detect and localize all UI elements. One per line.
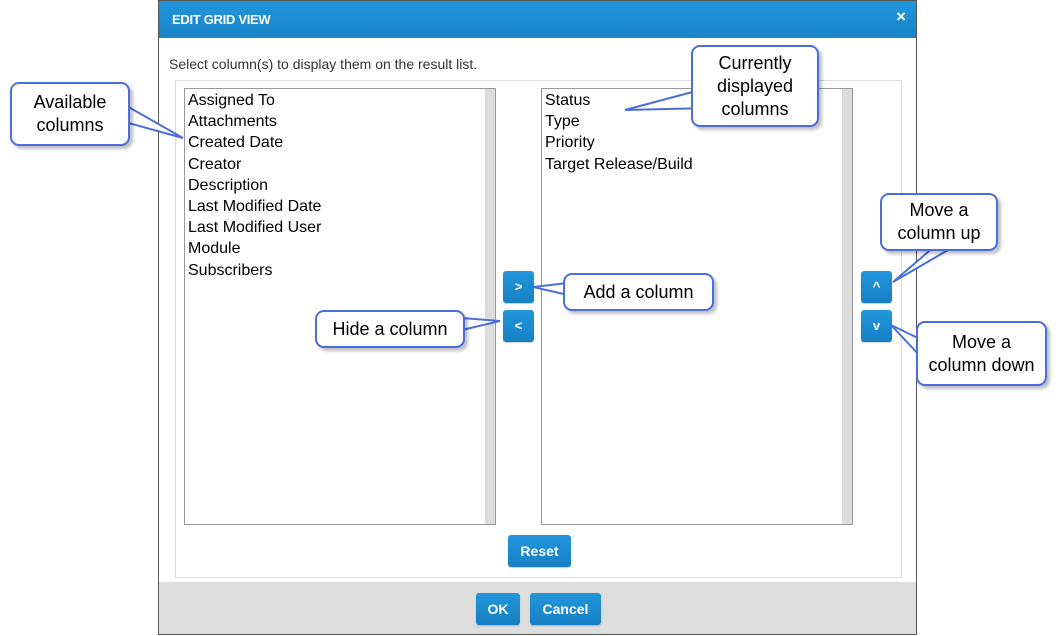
instruction-text: Select column(s) to display them on the … <box>169 56 478 72</box>
callout-currently-displayed: Currently displayed columns <box>691 45 819 127</box>
move-down-button[interactable]: v <box>861 310 892 342</box>
close-icon[interactable]: × <box>896 7 906 27</box>
list-item[interactable]: Creator <box>188 154 492 175</box>
list-item[interactable]: Subscribers <box>188 260 492 281</box>
list-item[interactable]: Module <box>188 238 492 259</box>
reset-button[interactable]: Reset <box>508 535 571 567</box>
callout-move-down: Move a column down <box>916 321 1047 386</box>
ok-button[interactable]: OK <box>476 593 520 625</box>
list-item[interactable]: Last Modified User <box>188 217 492 238</box>
callout-hide-column: Hide a column <box>315 310 465 348</box>
callout-available-columns: Available columns <box>10 82 130 146</box>
callout-add-column: Add a column <box>563 273 714 311</box>
hide-column-button[interactable]: < <box>503 310 534 342</box>
dialog-header: EDIT GRID VIEW × <box>159 1 916 38</box>
scrollbar[interactable] <box>485 89 495 524</box>
available-columns-list[interactable]: Assigned To Attachments Created Date Creato… <box>184 88 496 525</box>
list-item[interactable]: Last Modified Date <box>188 196 492 217</box>
add-column-button[interactable]: > <box>503 271 534 303</box>
list-item[interactable]: Target Release/Build <box>545 154 849 175</box>
list-item[interactable]: Created Date <box>188 132 492 153</box>
list-item[interactable]: Attachments <box>188 111 492 132</box>
dialog-footer: OK Cancel <box>159 582 916 634</box>
cancel-button[interactable]: Cancel <box>530 593 601 625</box>
scrollbar[interactable] <box>842 89 852 524</box>
list-item[interactable]: Assigned To <box>188 90 492 111</box>
move-up-button[interactable]: ^ <box>861 271 892 303</box>
list-item[interactable]: Description <box>188 175 492 196</box>
callout-move-up: Move a column up <box>880 193 998 251</box>
list-item[interactable]: Priority <box>545 132 849 153</box>
dialog-title: EDIT GRID VIEW <box>172 12 271 27</box>
